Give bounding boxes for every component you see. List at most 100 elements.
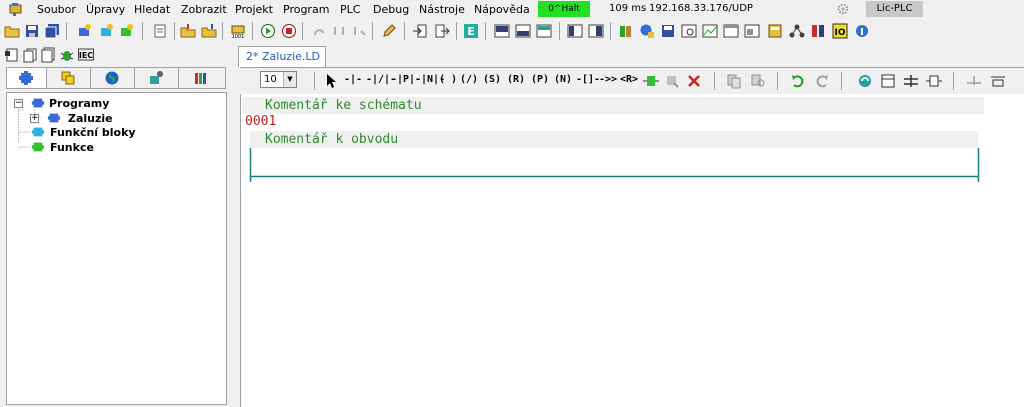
collapse-toggle[interactable]: −	[14, 99, 23, 108]
tree-item-programy[interactable]: − Programy	[14, 97, 134, 111]
menu-plc[interactable]: PLC	[340, 3, 360, 16]
zoom-value: 10	[264, 74, 277, 85]
open-folder-icon[interactable]	[4, 23, 20, 39]
layout-bottom-icon[interactable]	[515, 23, 531, 39]
calculator-icon[interactable]	[767, 23, 783, 39]
tree-item-zaluzie[interactable]: + Zaluzie	[30, 112, 150, 126]
program-folder-icon	[31, 98, 45, 108]
block-button[interactable]: -[]-	[576, 74, 600, 85]
project-tree[interactable]: − Programy + Zaluzie Funkční bloky Funkc…	[6, 92, 227, 405]
add-rung-below-icon[interactable]	[990, 73, 1006, 89]
properties-icon[interactable]	[152, 23, 168, 39]
coil-reset-button[interactable]: (R)	[507, 74, 525, 85]
new-function-block-icon[interactable]	[98, 23, 114, 39]
coil-button[interactable]: ( )	[439, 74, 457, 85]
network-icon[interactable]	[789, 23, 805, 39]
login-icon[interactable]	[412, 23, 428, 39]
io-icon[interactable]: IO	[832, 23, 848, 39]
tab-libraries[interactable]	[47, 68, 91, 88]
copy-page-icon[interactable]	[22, 47, 38, 63]
disk-icon[interactable]	[660, 23, 676, 39]
trend-chart-icon[interactable]	[702, 23, 718, 39]
delete-icon[interactable]	[686, 73, 702, 89]
new-function-icon[interactable]	[118, 23, 134, 39]
library-icon[interactable]	[618, 23, 634, 39]
tab-globals[interactable]	[91, 68, 135, 88]
compile-icon[interactable]: 1001	[230, 23, 246, 39]
block-disabled-icon[interactable]	[664, 73, 680, 89]
layout-full-icon[interactable]	[494, 23, 510, 39]
programs-icon	[19, 71, 33, 85]
pages-icon[interactable]	[40, 47, 56, 63]
export-icon[interactable]	[201, 23, 217, 39]
globe-settings-icon[interactable]	[639, 23, 655, 39]
info-globe-icon[interactable]	[854, 23, 870, 39]
resources-icon	[195, 73, 206, 84]
run-icon[interactable]	[260, 23, 276, 39]
menu-nastroje[interactable]: Nástroje	[419, 3, 465, 16]
menu-zobrazit[interactable]: Zobrazit	[181, 3, 227, 16]
project-panel-tabs	[6, 67, 226, 89]
blank-window-icon[interactable]	[723, 23, 739, 39]
menu-napoveda[interactable]: Nápověda	[474, 3, 530, 16]
redo-icon[interactable]	[814, 73, 830, 89]
iec-icon[interactable]: IEC	[78, 47, 94, 63]
step-over-icon[interactable]	[351, 23, 367, 39]
menu-projekt[interactable]: Projekt	[235, 3, 273, 16]
coil-p-button[interactable]: (P)	[531, 74, 549, 85]
add-rung-disabled-icon[interactable]	[966, 73, 982, 89]
save-all-icon[interactable]	[44, 23, 60, 39]
layout-split-icon[interactable]	[588, 23, 604, 39]
tab-resources[interactable]	[179, 68, 225, 88]
layout-left-icon[interactable]	[567, 23, 583, 39]
e-mode-icon[interactable]: E	[463, 23, 479, 39]
insert-block-icon[interactable]	[643, 73, 659, 89]
menu-debug[interactable]: Debug	[373, 3, 409, 16]
insert-element-icon[interactable]	[926, 73, 942, 89]
panel-splitter[interactable]	[229, 44, 235, 407]
ld-editor-canvas[interactable]: Komentář ke schématu 0001 Komentář k obv…	[240, 94, 1024, 407]
save-icon[interactable]	[24, 23, 40, 39]
rung-view-icon[interactable]	[880, 73, 896, 89]
coil-negated-button[interactable]: (/)	[460, 74, 478, 85]
find-rung-icon[interactable]	[750, 73, 766, 89]
copy-rung-icon[interactable]	[726, 73, 742, 89]
layout-top-icon[interactable]	[536, 23, 552, 39]
zoom-select[interactable]: 10 ▼	[260, 71, 297, 88]
jump-button[interactable]: ->>	[599, 74, 617, 85]
svg-text:IEC: IEC	[79, 51, 93, 60]
undo-icon[interactable]	[790, 73, 806, 89]
expand-toggle[interactable]: +	[30, 114, 39, 123]
tree-item-funkcni-bloky[interactable]: Funkční bloky	[30, 126, 150, 140]
stop-icon[interactable]	[281, 23, 297, 39]
function-block-icon	[31, 127, 45, 137]
io-modules-icon[interactable]	[810, 23, 826, 39]
tree-item-funkce[interactable]: Funkce	[30, 141, 150, 155]
logout-icon[interactable]	[434, 23, 450, 39]
menu-program[interactable]: Program	[283, 3, 329, 16]
search-window-icon[interactable]	[681, 23, 697, 39]
coil-n-button[interactable]: (N)	[554, 74, 572, 85]
tab-programs[interactable]	[7, 68, 47, 88]
coil-set-button[interactable]: (S)	[483, 74, 501, 85]
return-button[interactable]: <R>	[620, 74, 638, 85]
new-program-icon[interactable]	[76, 23, 92, 39]
chevron-down-icon[interactable]: ▼	[283, 72, 296, 87]
new-page-icon[interactable]	[4, 47, 20, 63]
refresh-icon[interactable]	[857, 73, 873, 89]
menu-hledat[interactable]: Hledat	[134, 3, 170, 16]
gear-icon	[837, 3, 849, 15]
menu-upravy[interactable]: Úpravy	[86, 3, 125, 16]
tab-tasks[interactable]	[135, 68, 179, 88]
pointer-icon[interactable]	[323, 73, 339, 89]
parallel-branch-icon[interactable]	[903, 73, 919, 89]
panel-window-icon[interactable]	[744, 23, 760, 39]
edit-pencil-icon[interactable]	[381, 23, 397, 39]
bug-icon[interactable]	[59, 47, 75, 63]
contact-no-button[interactable]: -|-	[344, 74, 362, 85]
step-into-icon[interactable]	[331, 23, 347, 39]
import-icon[interactable]	[180, 23, 196, 39]
document-tab[interactable]: 2* Zaluzie.LD	[238, 46, 326, 67]
step-icon[interactable]	[311, 23, 327, 39]
menu-soubor[interactable]: Soubor	[37, 3, 76, 16]
